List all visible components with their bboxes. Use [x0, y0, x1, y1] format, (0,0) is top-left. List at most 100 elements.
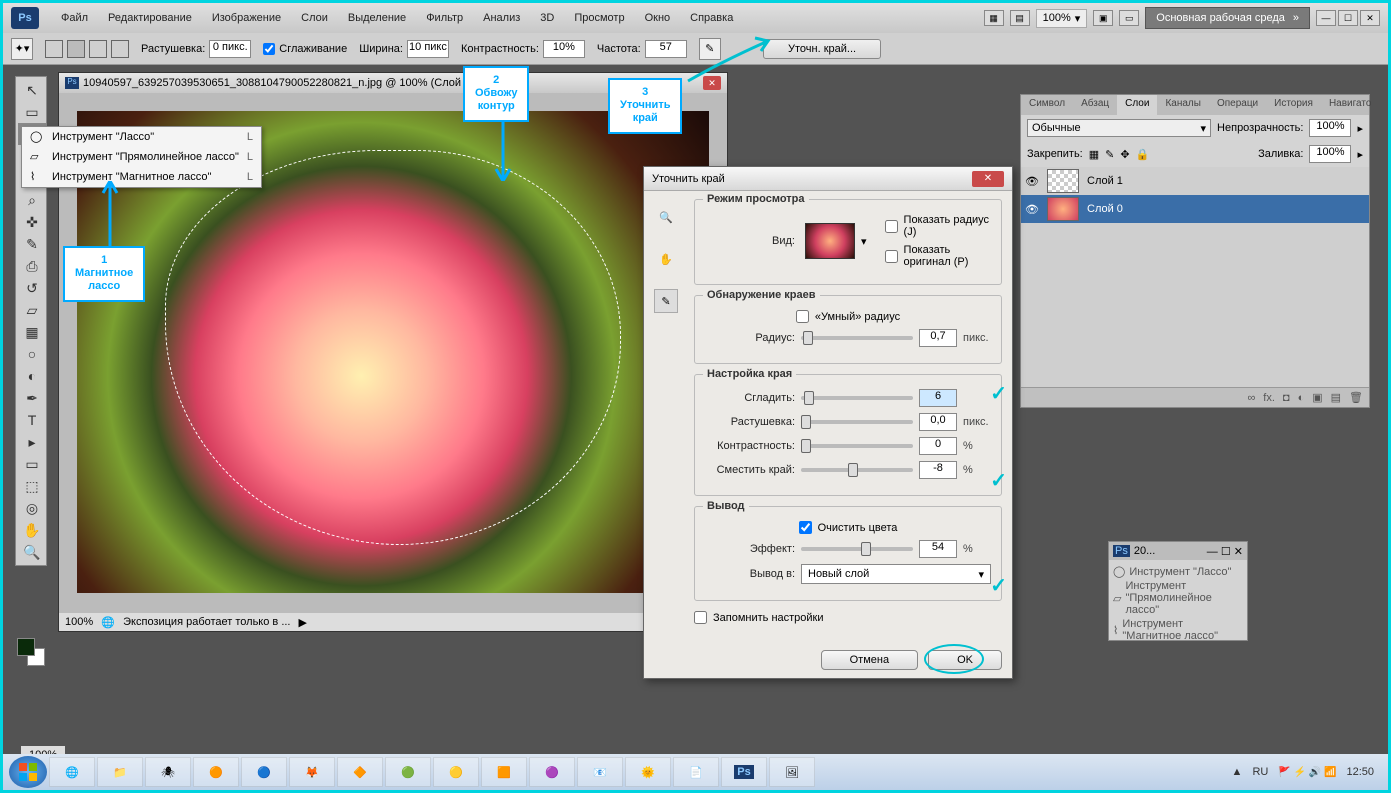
hand-tool-icon[interactable]: ✋	[18, 519, 46, 541]
menu-edit[interactable]: Редактирование	[98, 12, 202, 24]
delete-layer-icon[interactable]: 🗑	[1349, 391, 1363, 404]
smooth-slider[interactable]	[801, 396, 913, 400]
remember-settings-checkbox[interactable]	[694, 611, 707, 624]
zoom-level[interactable]: 100% ▾	[1036, 9, 1088, 28]
zoom-tool-icon[interactable]: 🔍	[18, 541, 46, 563]
selection-new-icon[interactable]	[45, 40, 63, 58]
layer-style-icon[interactable]: fx.	[1263, 392, 1275, 404]
layer-name[interactable]: Слой 0	[1087, 203, 1123, 215]
tab-layers[interactable]: Слои	[1117, 95, 1157, 115]
cancel-button[interactable]: Отмена	[821, 650, 918, 670]
gradient-tool-icon[interactable]: ▦	[18, 321, 46, 343]
dlg-contrast-input[interactable]: 0	[919, 437, 957, 455]
path-select-tool-icon[interactable]: ▸	[18, 431, 46, 453]
view-extras-icon[interactable]: ▣	[1093, 10, 1113, 26]
menu-image[interactable]: Изображение	[202, 12, 291, 24]
opacity-arrow-icon[interactable]: ▸	[1357, 122, 1363, 135]
layer-row[interactable]: 👁 Слой 1	[1021, 167, 1369, 195]
shape-tool-icon[interactable]: ▭	[18, 453, 46, 475]
zoom-tool-dialog-icon[interactable]: 🔍	[654, 205, 678, 229]
view-thumbnail[interactable]	[805, 223, 855, 259]
shift-input[interactable]: -8	[919, 461, 957, 479]
3d-tool-icon[interactable]: ⬚	[18, 475, 46, 497]
blur-tool-icon[interactable]: ○	[18, 343, 46, 365]
output-to-select[interactable]: Новый слой▾	[801, 564, 991, 584]
taskbar-app11[interactable]: 🌞	[625, 757, 671, 787]
tray-icons[interactable]: 🚩 ⚡ 🔊 📶	[1278, 767, 1336, 778]
marquee-tool-icon[interactable]: ▭	[18, 101, 46, 123]
show-radius-checkbox[interactable]	[885, 220, 898, 233]
tray-show-hidden-icon[interactable]: ▲	[1232, 766, 1243, 778]
taskbar-app1[interactable]: 🕷	[145, 757, 191, 787]
amount-slider[interactable]	[801, 547, 913, 551]
ok-button[interactable]: OK	[928, 650, 1002, 670]
menu-analysis[interactable]: Анализ	[473, 12, 530, 24]
lock-position-icon[interactable]: ✥	[1120, 148, 1129, 161]
shift-slider[interactable]	[801, 468, 913, 472]
status-arrow-icon[interactable]: ▶	[299, 616, 307, 629]
eraser-tool-icon[interactable]: ▱	[18, 299, 46, 321]
dlg-feather-input[interactable]: 0,0	[919, 413, 957, 431]
refine-edge-button[interactable]: Уточн. край...	[763, 39, 881, 59]
dialog-close-icon[interactable]: ✕	[972, 171, 1004, 187]
healing-brush-tool-icon[interactable]: ✜	[18, 211, 46, 233]
start-button[interactable]	[9, 756, 47, 788]
layer-mask-icon[interactable]: ◘	[1283, 392, 1290, 404]
taskbar-image-viewer[interactable]: 🖼	[769, 757, 815, 787]
history-brush-tool-icon[interactable]: ↺	[18, 277, 46, 299]
width-input[interactable]: 10 пикс	[407, 40, 449, 58]
show-original-checkbox[interactable]	[885, 250, 898, 263]
tab-character[interactable]: Символ	[1021, 95, 1073, 115]
smooth-input[interactable]: 6	[919, 389, 957, 407]
mini-row[interactable]: ▱Инструмент "Прямолинейное лассо"	[1113, 579, 1243, 617]
type-tool-icon[interactable]: T	[18, 409, 46, 431]
menu-file[interactable]: Файл	[51, 12, 98, 24]
selection-subtract-icon[interactable]	[89, 40, 107, 58]
pen-tool-icon[interactable]: ✒	[18, 387, 46, 409]
taskbar-app4[interactable]: 🦊	[289, 757, 335, 787]
tab-actions[interactable]: Операци	[1209, 95, 1266, 115]
hand-tool-dialog-icon[interactable]: ✋	[654, 247, 678, 271]
menu-filter[interactable]: Фильтр	[416, 12, 473, 24]
close-icon[interactable]: ✕	[1360, 10, 1380, 26]
menu-select[interactable]: Выделение	[338, 12, 416, 24]
eyedropper-tool-icon[interactable]: ⌕	[18, 189, 46, 211]
dialog-titlebar[interactable]: Уточнить край ✕	[644, 167, 1012, 191]
layer-thumbnail[interactable]	[1047, 169, 1079, 193]
blend-mode-select[interactable]: Обычные▾	[1027, 119, 1211, 137]
tab-channels[interactable]: Каналы	[1157, 95, 1209, 115]
menu-layer[interactable]: Слои	[291, 12, 338, 24]
layer-row[interactable]: 👁 Слой 0	[1021, 195, 1369, 223]
clone-stamp-tool-icon[interactable]: ⎙	[18, 255, 46, 277]
visibility-icon[interactable]: 👁	[1025, 203, 1039, 216]
frequency-input[interactable]: 57	[645, 40, 687, 58]
taskbar-photoshop[interactable]: Ps	[721, 757, 767, 787]
tab-paragraph[interactable]: Абзац	[1073, 95, 1117, 115]
maximize-icon[interactable]: ☐	[1338, 10, 1358, 26]
tab-navigator[interactable]: Навигато	[1321, 95, 1379, 115]
taskbar-clock[interactable]: 12:50	[1346, 766, 1374, 778]
view-thumb-dropdown-icon[interactable]: ▾	[861, 235, 867, 248]
radius-input[interactable]: 0,7	[919, 329, 957, 347]
amount-input[interactable]: 54	[919, 540, 957, 558]
layer-group-icon[interactable]: ▣	[1312, 391, 1322, 404]
link-layers-icon[interactable]: ∞	[1247, 392, 1255, 404]
taskbar-app8[interactable]: 🟧	[481, 757, 527, 787]
taskbar-app3[interactable]: 🔵	[241, 757, 287, 787]
foreground-color-swatch[interactable]	[17, 638, 35, 656]
layer-thumbnail[interactable]	[1047, 197, 1079, 221]
feather-input[interactable]: 0 пикс.	[209, 40, 251, 58]
taskbar-app10[interactable]: 📧	[577, 757, 623, 787]
flyout-lasso[interactable]: ◯Инструмент "Лассо"L	[22, 127, 261, 147]
workspace-switcher[interactable]: Основная рабочая среда»	[1145, 7, 1310, 29]
taskbar-app7[interactable]: 🟡	[433, 757, 479, 787]
refine-radius-tool-icon[interactable]: ✎	[654, 289, 678, 313]
lock-transparency-icon[interactable]: ▦	[1089, 148, 1099, 161]
mini-row[interactable]: ◯Инструмент "Лассо"	[1113, 564, 1243, 579]
menu-help[interactable]: Справка	[680, 12, 743, 24]
lock-pixels-icon[interactable]: ✎	[1105, 148, 1114, 161]
lock-all-icon[interactable]: 🔒	[1136, 148, 1150, 161]
opacity-input[interactable]: 100%	[1309, 119, 1351, 137]
dodge-tool-icon[interactable]: ◐	[18, 365, 46, 387]
layer-name[interactable]: Слой 1	[1087, 175, 1123, 187]
